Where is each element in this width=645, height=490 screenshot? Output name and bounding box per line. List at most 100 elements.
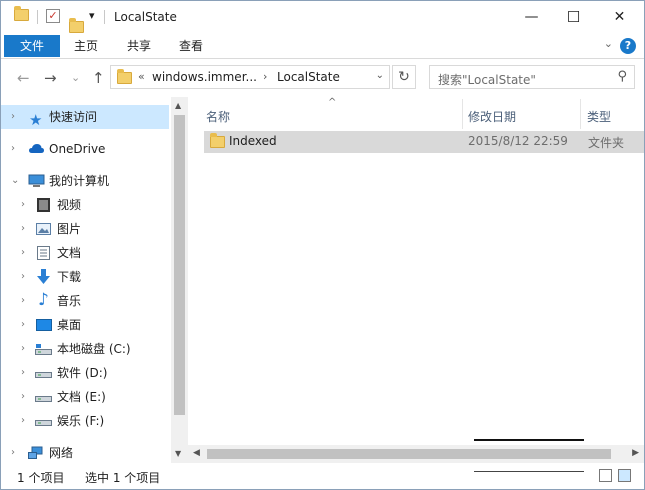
expander-icon[interactable]: ⌄ — [11, 169, 19, 193]
sidebar-item-label: 本地磁盘 (C:) — [57, 342, 131, 356]
sidebar-item-quick-access[interactable]: › ★ 快速访问 — [1, 105, 169, 129]
sidebar-item-label: 快速访问 — [49, 110, 98, 124]
sidebar-item-drive-e[interactable]: › 文档 (E:) — [1, 385, 169, 409]
scroll-down-icon[interactable]: ▼ — [175, 449, 181, 458]
details-view-icon[interactable] — [599, 469, 612, 482]
refresh-icon[interactable]: ↻ — [392, 65, 416, 89]
cloud-icon — [29, 144, 44, 153]
close-button[interactable]: ✕ — [597, 4, 642, 30]
pictures-icon — [36, 223, 51, 235]
forward-arrow-icon[interactable]: → — [44, 69, 57, 87]
large-icons-view-icon[interactable] — [618, 469, 631, 482]
search-icon[interactable]: ⚲ — [617, 69, 627, 84]
up-arrow-icon[interactable]: ↑ — [92, 69, 105, 87]
search-input[interactable]: 搜索"LocalState" ⚲ — [429, 65, 635, 89]
tab-home[interactable]: 主页 — [74, 35, 98, 57]
expand-ribbon-icon[interactable]: ⌄ — [604, 37, 613, 50]
drive-icon — [35, 420, 52, 426]
content-horizontal-scrollbar[interactable]: ◀ ▶ — [188, 445, 644, 463]
expander-icon[interactable]: › — [11, 105, 15, 129]
file-list: ^ 名称 修改日期 类型 Indexed 2015/8/12 22:59 文件夹 — [188, 97, 644, 445]
help-icon[interactable]: ? — [620, 38, 636, 54]
column-divider[interactable] — [580, 99, 581, 129]
sidebar-item-label: 娱乐 (F:) — [57, 414, 105, 428]
search-placeholder: 搜索"LocalState" — [438, 73, 536, 87]
file-name: Indexed — [229, 134, 277, 148]
column-header-type[interactable]: 类型 — [587, 103, 611, 131]
sidebar-item-drive-d[interactable]: › 软件 (D:) — [1, 361, 169, 385]
ribbon-tabs: 文件 主页 共享 查看 ⌄ ? — [1, 33, 644, 59]
table-row[interactable]: Indexed 2015/8/12 22:59 文件夹 — [204, 131, 644, 153]
sidebar-item-downloads[interactable]: › 下载 — [1, 265, 169, 289]
properties-check-icon[interactable]: ✓ — [46, 9, 60, 23]
window-title: LocalState — [114, 10, 177, 24]
sidebar-item-drive-f[interactable]: › 娱乐 (F:) — [1, 409, 169, 433]
navigation-bar: ← → ⌄ ↑ « windows.immer... › LocalState … — [1, 59, 644, 97]
explorer-window: ✓ ▾ LocalState — ☐ ✕ 文件 主页 共享 查看 ⌄ ? ← →… — [0, 0, 645, 490]
sidebar-item-pictures[interactable]: › 图片 — [1, 217, 169, 241]
scroll-right-icon[interactable]: ▶ — [632, 448, 639, 458]
sidebar-item-documents[interactable]: › 文档 — [1, 241, 169, 265]
sidebar-item-network[interactable]: › 网络 — [1, 441, 169, 465]
tab-file[interactable]: 文件 — [4, 35, 60, 57]
desktop-icon — [36, 319, 52, 331]
sidebar-item-label: 下载 — [57, 270, 82, 284]
scroll-up-icon[interactable]: ▲ — [175, 101, 181, 110]
sidebar-item-desktop[interactable]: › 桌面 — [1, 313, 169, 337]
expander-icon[interactable]: › — [21, 217, 25, 241]
sidebar-item-my-computer[interactable]: ⌄ 我的计算机 — [1, 169, 169, 193]
image-artifact — [474, 471, 584, 472]
breadcrumb-overflow[interactable]: « — [138, 70, 145, 83]
sort-ascending-icon: ^ — [328, 97, 337, 108]
expander-icon[interactable]: › — [11, 441, 15, 465]
column-header-date[interactable]: 修改日期 — [468, 103, 516, 131]
new-folder-icon[interactable] — [69, 18, 84, 33]
local-disk-icon — [35, 344, 52, 355]
sidebar-item-drive-c[interactable]: › 本地磁盘 (C:) — [1, 337, 169, 361]
expander-icon[interactable]: › — [21, 193, 25, 217]
expander-icon[interactable]: › — [21, 337, 25, 361]
music-icon: ♪ — [38, 290, 49, 310]
nav-pane-scrollbar[interactable]: ▲ ▼ — [171, 97, 188, 463]
expander-icon[interactable]: › — [21, 265, 25, 289]
folder-icon — [210, 133, 225, 148]
sidebar-item-label: 文档 (E:) — [57, 390, 106, 404]
expander-icon[interactable]: › — [21, 313, 25, 337]
back-arrow-icon[interactable]: ← — [17, 69, 30, 87]
column-header-name[interactable]: 名称 — [206, 103, 230, 131]
breadcrumb-current[interactable]: LocalState — [277, 70, 340, 84]
breadcrumb-parent[interactable]: windows.immer... — [152, 70, 257, 84]
scrollbar-thumb[interactable] — [174, 115, 185, 415]
folder-icon — [14, 6, 29, 21]
star-icon: ★ — [29, 111, 43, 129]
customize-toolbar-dropdown-icon[interactable]: ▾ — [89, 9, 95, 25]
expander-icon[interactable]: › — [11, 137, 15, 161]
expander-icon[interactable]: › — [21, 385, 25, 409]
sidebar-item-label: 音乐 — [57, 294, 82, 308]
selection-count: 选中 1 个项目 — [85, 471, 161, 485]
breadcrumb-separator[interactable]: › — [263, 70, 267, 83]
toolbar-separator — [104, 10, 105, 24]
sidebar-item-music[interactable]: › ♪ 音乐 — [1, 289, 169, 313]
maximize-button[interactable]: ☐ — [551, 4, 596, 30]
expander-icon[interactable]: › — [21, 409, 25, 433]
column-divider[interactable] — [462, 99, 463, 129]
folder-icon — [117, 69, 132, 84]
navigation-pane: › ★ 快速访问 › OneDrive ⌄ 我的计算机 › 视频 › 图片 › — [1, 97, 171, 463]
sidebar-item-label: 视频 — [57, 198, 82, 212]
scrollbar-thumb[interactable] — [207, 449, 611, 459]
tab-view[interactable]: 查看 — [179, 35, 203, 57]
expander-icon[interactable]: › — [21, 241, 25, 265]
address-dropdown-icon[interactable]: ⌄ — [376, 70, 384, 81]
status-bar: 1 个项目 选中 1 个项目 — [1, 439, 644, 489]
sidebar-item-onedrive[interactable]: › OneDrive — [1, 137, 169, 161]
sidebar-item-videos[interactable]: › 视频 — [1, 193, 169, 217]
minimize-button[interactable]: — — [509, 4, 554, 30]
computer-icon — [28, 174, 45, 187]
tab-share[interactable]: 共享 — [127, 35, 151, 57]
expander-icon[interactable]: › — [21, 289, 25, 313]
address-bar[interactable]: « windows.immer... › LocalState ⌄ — [110, 65, 390, 89]
recent-locations-icon[interactable]: ⌄ — [71, 71, 80, 84]
expander-icon[interactable]: › — [21, 361, 25, 385]
scroll-left-icon[interactable]: ◀ — [193, 448, 200, 458]
